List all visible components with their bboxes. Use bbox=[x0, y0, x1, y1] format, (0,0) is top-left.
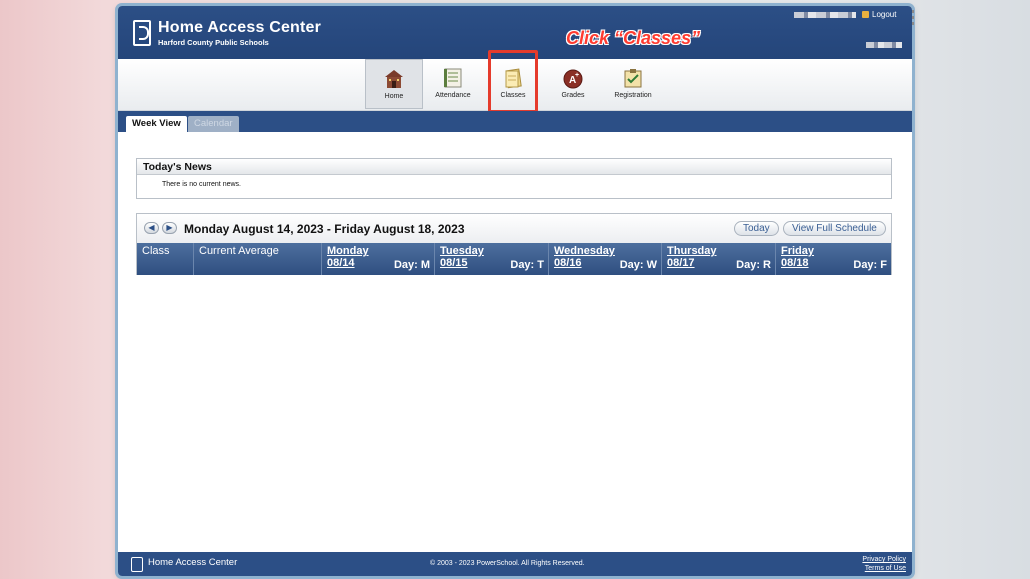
day-code-wednesday: Day: W bbox=[619, 259, 657, 271]
day-link-friday[interactable]: Friday bbox=[781, 245, 886, 257]
tab-calendar[interactable]: Calendar bbox=[188, 116, 239, 132]
redacted-user-info bbox=[794, 12, 856, 18]
footer-logo-icon bbox=[131, 557, 143, 572]
classes-highlight-box bbox=[488, 50, 538, 113]
nav-label-grades: Grades bbox=[561, 92, 585, 99]
grades-apple-icon: A + bbox=[563, 69, 583, 89]
day-link-monday[interactable]: Monday bbox=[327, 245, 429, 257]
day-code-tuesday: Day: T bbox=[510, 259, 544, 271]
day-link-thursday[interactable]: Thursday bbox=[667, 245, 770, 257]
column-tuesday: Tuesday 08/15 Day: T bbox=[435, 243, 549, 275]
more-options-icon[interactable] bbox=[912, 10, 914, 26]
column-monday: Monday 08/14 Day: M bbox=[322, 243, 435, 275]
redacted-student-selector[interactable] bbox=[866, 42, 902, 48]
chevron-left-icon: ◀ bbox=[148, 223, 155, 232]
day-link-tuesday[interactable]: Tuesday bbox=[440, 245, 543, 257]
nav-label-attendance: Attendance bbox=[435, 92, 471, 99]
nav-grades[interactable]: A + Grades bbox=[544, 59, 602, 109]
view-tab-bar: Week View Calendar bbox=[118, 111, 912, 132]
page-footer: Home Access Center © 2003 - 2023 PowerSc… bbox=[118, 552, 912, 576]
lock-icon bbox=[862, 11, 869, 18]
schedule-header-row: Class Current Average Monday 08/14 Day: … bbox=[137, 243, 891, 275]
chevron-right-icon: ▶ bbox=[166, 223, 173, 232]
column-wednesday: Wednesday 08/16 Day: W bbox=[549, 243, 662, 275]
column-class: Class bbox=[137, 243, 194, 275]
week-range-title: Monday August 14, 2023 - Friday August 1… bbox=[184, 222, 465, 236]
news-message: There is no current news. bbox=[162, 181, 241, 188]
schedule-toolbar: ◀ ▶ Monday August 14, 2023 - Friday Augu… bbox=[137, 214, 891, 243]
powerschool-logo-icon bbox=[133, 20, 151, 46]
school-house-icon bbox=[385, 70, 403, 88]
column-friday: Friday 08/18 Day: F bbox=[776, 243, 891, 275]
day-code-thursday: Day: R bbox=[736, 259, 771, 271]
column-average-label: Current Average bbox=[199, 245, 279, 257]
attendance-book-icon bbox=[444, 68, 462, 88]
column-current-average: Current Average bbox=[194, 243, 322, 275]
registration-clipboard-icon bbox=[624, 69, 642, 88]
svg-text:+: + bbox=[575, 72, 579, 79]
column-class-label: Class bbox=[142, 245, 170, 257]
footer-links: Privacy Policy Terms of Use bbox=[862, 555, 906, 573]
logout-link[interactable]: Logout bbox=[872, 10, 896, 19]
nav-registration[interactable]: Registration bbox=[604, 59, 662, 109]
browser-window: Home Access Center Harford County Public… bbox=[118, 6, 912, 576]
instruction-annotation: Click “Classes” bbox=[566, 28, 701, 48]
day-code-friday: Day: F bbox=[853, 259, 887, 271]
terms-of-use-link[interactable]: Terms of Use bbox=[862, 564, 906, 573]
day-code-monday: Day: M bbox=[393, 259, 430, 271]
news-title: Today's News bbox=[137, 159, 891, 175]
footer-title: Home Access Center bbox=[148, 557, 238, 568]
nav-attendance[interactable]: Attendance bbox=[424, 59, 482, 109]
copyright-text: © 2003 - 2023 PowerSchool. All Rights Re… bbox=[430, 560, 585, 567]
district-name: Harford County Public Schools bbox=[158, 38, 269, 47]
privacy-policy-link[interactable]: Privacy Policy bbox=[862, 555, 906, 564]
tab-week-view[interactable]: Week View bbox=[126, 116, 187, 132]
news-panel: Today's News There is no current news. bbox=[136, 158, 892, 199]
nav-label-home: Home bbox=[384, 93, 404, 100]
column-thursday: Thursday 08/17 Day: R bbox=[662, 243, 776, 275]
previous-week-button[interactable]: ◀ bbox=[144, 222, 159, 234]
app-title: Home Access Center bbox=[158, 19, 322, 36]
today-button[interactable]: Today bbox=[734, 221, 779, 236]
next-week-button[interactable]: ▶ bbox=[162, 222, 177, 234]
nav-label-registration: Registration bbox=[614, 92, 652, 99]
week-schedule-panel: ◀ ▶ Monday August 14, 2023 - Friday Augu… bbox=[136, 213, 892, 275]
nav-home[interactable]: Home bbox=[365, 59, 423, 109]
day-link-wednesday[interactable]: Wednesday bbox=[554, 245, 656, 257]
view-full-schedule-button[interactable]: View Full Schedule bbox=[783, 221, 886, 236]
